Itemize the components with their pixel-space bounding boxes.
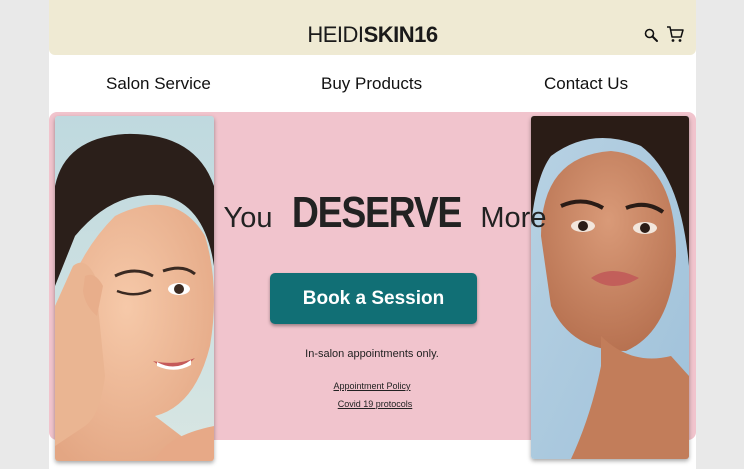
nav-contact-us[interactable]: Contact Us <box>544 74 628 94</box>
model-photo-left <box>55 116 214 461</box>
in-salon-note: In-salon appointments only. <box>305 348 439 360</box>
logo-text-bold: SKIN16 <box>363 22 439 47</box>
headline-post: More <box>480 202 547 234</box>
page: HEIDISKIN16 Salon Service Buy Products C… <box>49 0 696 469</box>
model-photo-right <box>531 116 689 459</box>
brand-logo[interactable]: HEIDISKIN16 <box>49 22 696 48</box>
headline-main: DESERVE <box>291 188 462 237</box>
appointment-policy-link[interactable]: Appointment Policy <box>222 381 522 391</box>
nav-buy-products[interactable]: Buy Products <box>321 74 422 94</box>
headline-pre: You <box>223 202 273 234</box>
cart-icon[interactable] <box>666 25 684 43</box>
covid-protocols-link[interactable]: Covid 19 protocols <box>225 399 525 409</box>
book-session-button[interactable]: Book a Session <box>270 273 477 324</box>
logo-text-light: HEIDI <box>307 22 364 47</box>
site-header: HEIDISKIN16 <box>49 0 696 55</box>
search-icon[interactable] <box>643 27 659 43</box>
hero-headline: You DESERVE More <box>215 188 555 238</box>
main-nav: Salon Service Buy Products Contact Us <box>49 55 696 112</box>
nav-salon-service[interactable]: Salon Service <box>106 74 211 94</box>
